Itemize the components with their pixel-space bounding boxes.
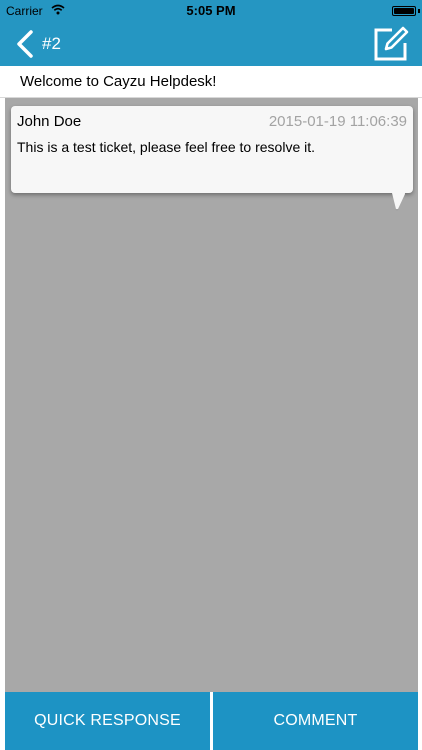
- status-bar: Carrier 5:05 PM: [0, 0, 422, 22]
- bubble-tail: [383, 190, 405, 211]
- ticket-subject-bar: Welcome to Cayzu Helpdesk!: [0, 66, 422, 98]
- quick-response-button[interactable]: QUICK RESPONSE: [5, 692, 210, 750]
- ticket-subject: Welcome to Cayzu Helpdesk!: [20, 73, 217, 90]
- nav-bar: #2: [0, 22, 422, 66]
- message-thread[interactable]: John Doe 2015-01-19 11:06:39 This is a t…: [5, 98, 418, 692]
- comment-button[interactable]: COMMENT: [213, 692, 418, 750]
- ticket-number-title: #2: [42, 34, 61, 53]
- back-button[interactable]: #2: [14, 26, 61, 62]
- message-timestamp: 2015-01-19 11:06:39: [268, 113, 407, 130]
- message-bubble[interactable]: John Doe 2015-01-19 11:06:39 This is a t…: [11, 106, 413, 193]
- status-time: 5:05 PM: [186, 3, 236, 18]
- battery-icon: [392, 6, 416, 16]
- message-body: This is a test ticket, please feel free …: [17, 139, 316, 155]
- battery-nub: [418, 9, 420, 13]
- battery-fill: [394, 8, 414, 14]
- action-bar: QUICK RESPONSE COMMENT: [5, 692, 418, 750]
- compose-edit-icon[interactable]: [372, 25, 410, 63]
- message-author: John Doe: [17, 113, 82, 130]
- chevron-left-icon: [17, 30, 33, 58]
